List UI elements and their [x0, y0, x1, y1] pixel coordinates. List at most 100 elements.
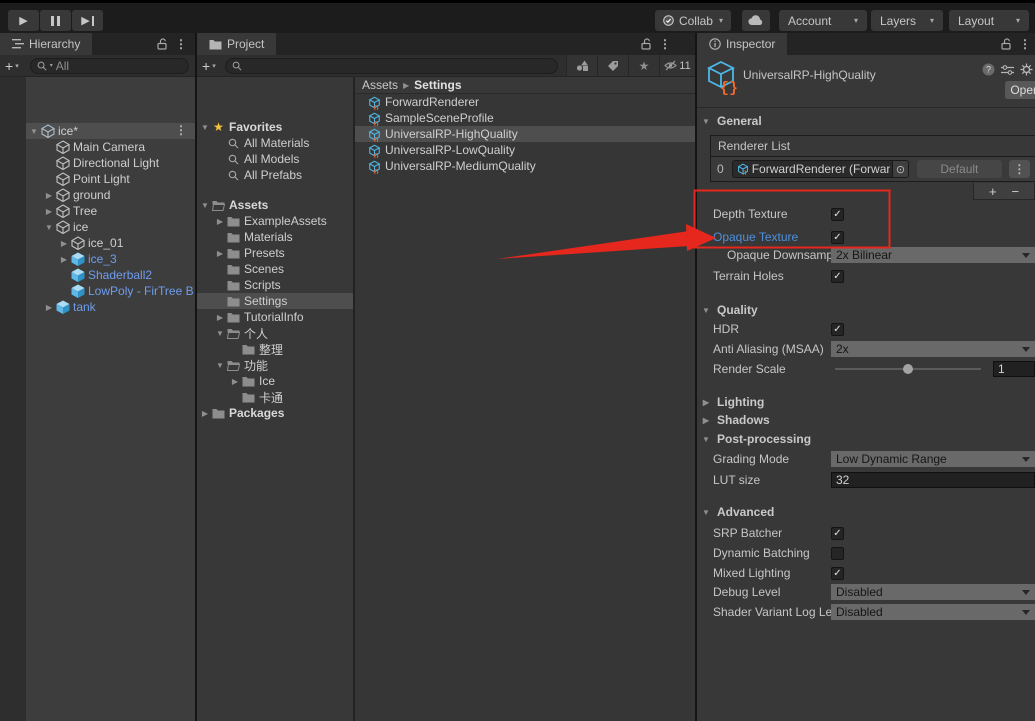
- tab-project[interactable]: Project: [197, 33, 276, 55]
- foldout-arrow-icon[interactable]: ▼: [214, 361, 226, 370]
- shader-variant-log-dropdown[interactable]: Disabled: [831, 604, 1035, 620]
- project-folder-整理[interactable]: 整理: [197, 341, 353, 357]
- project-folder-All-Models[interactable]: All Models: [197, 151, 353, 167]
- hierarchy-item-Directional-Light[interactable]: Directional Light: [26, 155, 195, 171]
- renderer-options-button[interactable]: ⋮: [1009, 160, 1030, 178]
- tab-inspector[interactable]: Inspector: [697, 33, 787, 55]
- opaque-texture-checkbox[interactable]: ✓: [831, 231, 844, 244]
- render-scale-slider[interactable]: [831, 361, 985, 377]
- project-folder-All-Materials[interactable]: All Materials: [197, 135, 353, 151]
- project-folder-Packages[interactable]: ▶Packages: [197, 405, 353, 421]
- foldout-arrow-icon[interactable]: ▼: [43, 223, 55, 232]
- add-renderer-button[interactable]: +: [989, 184, 997, 199]
- filter-by-type-button[interactable]: [566, 55, 597, 76]
- foldout-arrow-icon[interactable]: ▼: [28, 127, 40, 136]
- depth-texture-checkbox[interactable]: ✓: [831, 208, 844, 221]
- slider-handle[interactable]: [903, 364, 913, 374]
- lut-size-field[interactable]: 32: [831, 472, 1035, 488]
- layers-dropdown[interactable]: Layers▾: [871, 10, 943, 31]
- project-folder-Settings[interactable]: Settings: [197, 293, 353, 309]
- opaque-downsampling-dropdown[interactable]: 2x Bilinear: [831, 247, 1035, 263]
- foldout-arrow-icon[interactable]: ▶: [58, 239, 70, 248]
- project-folder-All-Prefabs[interactable]: All Prefabs: [197, 167, 353, 183]
- foldout-arrow-icon[interactable]: ▶: [43, 191, 55, 200]
- layout-dropdown[interactable]: Layout▾: [949, 10, 1029, 31]
- help-icon[interactable]: ?: [982, 63, 995, 76]
- project-folder-功能[interactable]: ▼功能: [197, 357, 353, 373]
- hierarchy-item-ice-[interactable]: ▼ice*⋮: [26, 123, 195, 139]
- renderer-object-field[interactable]: {} ForwardRenderer (Forward Renderer) ⊙: [732, 160, 909, 178]
- hierarchy-item-ice_01[interactable]: ▶ice_01: [26, 235, 195, 251]
- section-general[interactable]: ▼General: [701, 113, 762, 129]
- step-button[interactable]: ▶: [72, 10, 103, 31]
- hierarchy-item-ice_3[interactable]: ▶ice_3: [26, 251, 195, 267]
- hierarchy-create-button[interactable]: +▾: [0, 58, 24, 74]
- foldout-arrow-icon[interactable]: ▼: [199, 123, 211, 132]
- gear-icon[interactable]: [1020, 63, 1033, 76]
- foldout-arrow-icon[interactable]: ▶: [199, 409, 211, 418]
- project-folder-Scripts[interactable]: Scripts: [197, 277, 353, 293]
- foldout-arrow-icon[interactable]: ▼: [199, 201, 211, 210]
- project-search-input[interactable]: [225, 58, 558, 74]
- file-item-SampleSceneProfile[interactable]: {}SampleSceneProfile: [355, 110, 695, 126]
- filter-by-label-button[interactable]: [597, 55, 628, 76]
- project-folder-Ice[interactable]: ▶Ice: [197, 373, 353, 389]
- foldout-arrow-icon[interactable]: ▶: [43, 303, 55, 312]
- hdr-checkbox[interactable]: ✓: [831, 323, 844, 336]
- foldout-arrow-icon[interactable]: ▶: [214, 249, 226, 258]
- project-folder-卡通[interactable]: 卡通: [197, 389, 353, 405]
- account-dropdown[interactable]: Account▾: [779, 10, 867, 31]
- hierarchy-item-LowPoly---FirTree-B[interactable]: LowPoly - FirTree B: [26, 283, 195, 299]
- hierarchy-item-ground[interactable]: ▶ground: [26, 187, 195, 203]
- foldout-arrow-icon[interactable]: ▶: [43, 207, 55, 216]
- foldout-arrow-icon[interactable]: ▶: [229, 377, 241, 386]
- project-folder-ExampleAssets[interactable]: ▶ExampleAssets: [197, 213, 353, 229]
- kebab-menu-icon[interactable]: ⋮: [1019, 38, 1031, 50]
- collab-button[interactable]: Collab▾: [655, 10, 731, 31]
- foldout-arrow-icon[interactable]: ▶: [214, 313, 226, 322]
- file-item-ForwardRenderer[interactable]: {}ForwardRenderer: [355, 94, 695, 110]
- section-shadows[interactable]: ▶Shadows: [701, 412, 770, 428]
- grading-mode-dropdown[interactable]: Low Dynamic Range: [831, 451, 1035, 467]
- project-folder-Presets[interactable]: ▶Presets: [197, 245, 353, 261]
- open-button[interactable]: Open: [1005, 81, 1035, 99]
- kebab-menu-icon[interactable]: ⋮: [659, 38, 671, 50]
- project-folder-Assets[interactable]: ▼Assets: [197, 197, 353, 213]
- tab-hierarchy[interactable]: Hierarchy: [0, 33, 92, 55]
- hierarchy-item-ice[interactable]: ▼ice: [26, 219, 195, 235]
- hidden-packages-toggle[interactable]: 11: [659, 55, 695, 76]
- file-item-UniversalRP-LowQuality[interactable]: {}UniversalRP-LowQuality: [355, 142, 695, 158]
- section-post-processing[interactable]: ▼Post-processing: [701, 431, 811, 447]
- foldout-arrow-icon[interactable]: ▶: [214, 217, 226, 226]
- project-folder-Favorites[interactable]: ▼★Favorites: [197, 119, 353, 135]
- project-folder-Materials[interactable]: Materials: [197, 229, 353, 245]
- lock-icon[interactable]: [641, 38, 652, 50]
- render-scale-value[interactable]: 1: [993, 361, 1035, 377]
- terrain-holes-checkbox[interactable]: ✓: [831, 270, 844, 283]
- favorites-filter-button[interactable]: ★: [628, 55, 659, 76]
- lock-icon[interactable]: [157, 38, 168, 50]
- renderer-list-row[interactable]: 0 {} ForwardRenderer (Forward Renderer) …: [711, 157, 1035, 181]
- section-advanced[interactable]: ▼Advanced: [701, 504, 774, 520]
- project-folder-个人[interactable]: ▼个人: [197, 325, 353, 341]
- foldout-arrow-icon[interactable]: ▶: [58, 255, 70, 264]
- anti-aliasing-dropdown[interactable]: 2x: [831, 341, 1035, 357]
- project-folder-TutorialInfo[interactable]: ▶TutorialInfo: [197, 309, 353, 325]
- hierarchy-item-Point-Light[interactable]: Point Light: [26, 171, 195, 187]
- debug-level-dropdown[interactable]: Disabled: [831, 584, 1035, 600]
- foldout-arrow-icon[interactable]: ▼: [214, 329, 226, 338]
- play-button[interactable]: ▶: [8, 10, 39, 31]
- file-item-UniversalRP-MediumQuality[interactable]: {}UniversalRP-MediumQuality: [355, 158, 695, 174]
- project-folder-Scenes[interactable]: Scenes: [197, 261, 353, 277]
- section-quality[interactable]: ▼Quality: [701, 302, 758, 318]
- kebab-menu-icon[interactable]: ⋮: [175, 124, 187, 136]
- presets-icon[interactable]: [1001, 64, 1014, 76]
- pause-button[interactable]: [40, 10, 71, 31]
- mixed-lighting-checkbox[interactable]: ✓: [831, 567, 844, 580]
- hierarchy-item-Main-Camera[interactable]: Main Camera: [26, 139, 195, 155]
- set-default-button[interactable]: Default: [917, 160, 1002, 178]
- section-lighting[interactable]: ▶Lighting: [701, 394, 764, 410]
- hierarchy-item-Tree[interactable]: ▶Tree: [26, 203, 195, 219]
- breadcrumb-root[interactable]: Assets: [362, 78, 398, 92]
- cloud-button[interactable]: [742, 10, 770, 31]
